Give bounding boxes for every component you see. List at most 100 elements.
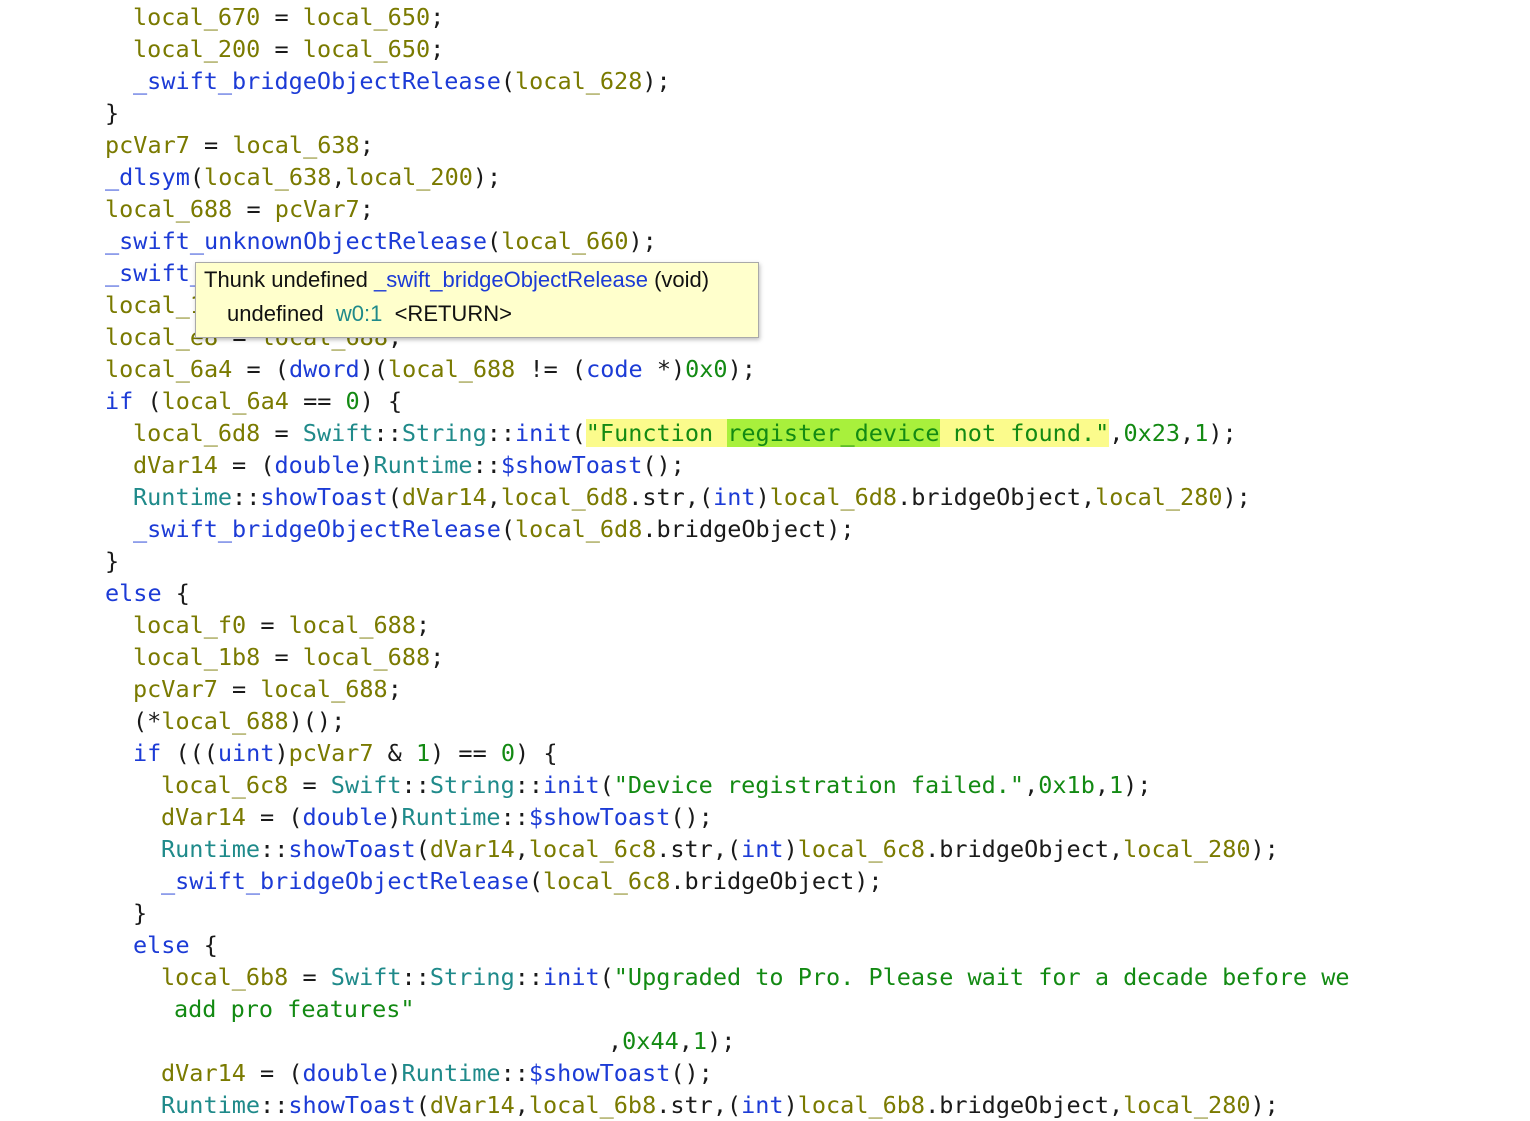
code-token[interactable]: ; (416, 611, 430, 639)
code-token[interactable]: ) { (360, 387, 402, 415)
code-token[interactable]: local_638 (232, 131, 359, 159)
code-token[interactable]: ( (529, 867, 543, 895)
code-token[interactable]: local_1 (105, 291, 204, 319)
code-line[interactable]: else { (133, 929, 218, 961)
code-token[interactable]: :: (260, 835, 288, 863)
code-token[interactable]: :: (487, 419, 515, 447)
code-line[interactable]: pcVar7 = local_688; (133, 673, 402, 705)
code-token[interactable]: ( (416, 1091, 430, 1119)
code-token[interactable]: String (402, 419, 487, 447)
code-token[interactable]: dVar14 (430, 835, 515, 863)
code-token[interactable]: 0 (501, 739, 515, 767)
code-token[interactable]: local_628 (515, 67, 642, 95)
code-token[interactable]: ); (1123, 771, 1151, 799)
code-token[interactable]: ( (572, 419, 586, 447)
code-line[interactable]: (*local_688)(); (133, 705, 345, 737)
code-token[interactable]: , (487, 483, 501, 511)
code-token[interactable]: Swift (331, 771, 402, 799)
code-token[interactable]: ); (473, 163, 501, 191)
code-token[interactable]: local_6a4 (162, 387, 289, 415)
code-token[interactable]: .bridgeObject, (925, 835, 1123, 863)
code-line[interactable]: local_6b8 = Swift::String::init("Upgrade… (161, 961, 1350, 993)
code-line[interactable]: local_1b8 = local_688; (133, 641, 444, 673)
code-token[interactable]: local_f0 (133, 611, 246, 639)
code-token[interactable]: = (260, 643, 302, 671)
code-token[interactable]: local_650 (303, 3, 430, 31)
code-token[interactable]: $showToast (501, 451, 642, 479)
code-token[interactable]: pcVar7 (133, 675, 218, 703)
code-token[interactable]: _swift_unknownObjectRelease (105, 227, 487, 255)
code-token[interactable]: ); (629, 227, 657, 255)
code-token[interactable]: :: (515, 963, 543, 991)
code-token[interactable]: ); (1251, 1091, 1279, 1119)
code-token[interactable]: Swift (303, 419, 374, 447)
code-line[interactable]: local_6a4 = (dword)(local_688 != (code *… (105, 353, 756, 385)
code-line[interactable]: _swift_bridgeObjectRelease(local_6c8.bri… (161, 865, 883, 897)
code-token[interactable]: local_280 (1095, 483, 1222, 511)
code-token[interactable]: & (374, 739, 416, 767)
code-token[interactable]: ; (430, 3, 444, 31)
code-token[interactable]: = (190, 131, 232, 159)
code-token[interactable]: ) (784, 835, 798, 863)
code-token[interactable]: _swift_bridgeObjectRelease (161, 867, 529, 895)
code-token[interactable]: ) { (515, 739, 557, 767)
code-token[interactable]: int (741, 835, 783, 863)
code-token[interactable]: = (260, 3, 302, 31)
code-token[interactable]: uint (218, 739, 275, 767)
code-token[interactable]: String (430, 963, 515, 991)
code-token[interactable]: == (289, 387, 346, 415)
code-token[interactable]: )( (360, 355, 388, 383)
code-token[interactable]: 0x0 (685, 355, 727, 383)
code-line[interactable]: if (((uint)pcVar7 & 1) == 0) { (133, 737, 558, 769)
code-token[interactable]: , (1024, 771, 1038, 799)
code-token[interactable]: local_200 (346, 163, 473, 191)
code-token[interactable]: _dlsym (105, 163, 190, 191)
code-token[interactable]: local_660 (501, 227, 628, 255)
code-token[interactable]: local_688 (388, 355, 515, 383)
code-token[interactable]: :: (473, 451, 501, 479)
code-token[interactable]: .str,( (656, 835, 741, 863)
code-token[interactable]: = (218, 675, 260, 703)
code-line[interactable]: local_f0 = local_688; (133, 609, 430, 641)
code-line[interactable]: } (105, 545, 119, 577)
code-token[interactable]: = (232, 195, 274, 223)
code-token[interactable]: :: (515, 771, 543, 799)
code-line[interactable]: _swift_ (105, 257, 204, 289)
code-line[interactable]: _swift_bridgeObjectRelease(local_628); (133, 65, 671, 97)
code-token[interactable]: local_670 (133, 3, 260, 31)
code-line[interactable]: } (105, 97, 119, 129)
code-token[interactable]: :: (260, 1091, 288, 1119)
code-token[interactable]: init (543, 963, 600, 991)
code-token[interactable]: ; (430, 643, 444, 671)
code-token[interactable]: ( (600, 963, 614, 991)
code-line[interactable]: dVar14 = (double)Runtime::$showToast(); (133, 449, 685, 481)
code-token[interactable]: else (105, 579, 162, 607)
code-token[interactable]: ; (360, 195, 374, 223)
code-token[interactable]: != ( (515, 355, 586, 383)
code-token[interactable]: dVar14 (430, 1091, 515, 1119)
code-token[interactable]: , (1095, 771, 1109, 799)
code-token[interactable]: (); (642, 451, 684, 479)
code-token[interactable]: local_6b8 (161, 963, 288, 991)
code-token[interactable]: local_280 (1123, 1091, 1250, 1119)
code-token[interactable]: ); (1208, 419, 1236, 447)
code-token[interactable]: (* (133, 707, 161, 735)
code-token[interactable]: = ( (246, 803, 302, 831)
code-token[interactable]: local_6c8 (161, 771, 288, 799)
code-line[interactable]: if (local_6a4 == 0) { (105, 385, 402, 417)
code-token[interactable]: ) (387, 1059, 401, 1087)
code-token[interactable]: add pro features" (174, 995, 415, 1023)
code-token[interactable]: = (288, 963, 330, 991)
code-token[interactable]: :: (402, 963, 430, 991)
code-token[interactable]: dVar14 (133, 451, 218, 479)
code-token[interactable]: , (679, 1027, 693, 1055)
code-token[interactable]: , (1109, 419, 1123, 447)
code-token[interactable]: dVar14 (402, 483, 487, 511)
code-token[interactable]: 0x23 (1123, 419, 1180, 447)
code-token[interactable]: local_1b8 (133, 643, 260, 671)
code-token[interactable]: { (190, 931, 218, 959)
code-token[interactable]: local_6d8 (515, 515, 642, 543)
code-token[interactable]: .str,( (656, 1091, 741, 1119)
code-token[interactable]: else (133, 931, 190, 959)
code-token[interactable]: ); (728, 355, 756, 383)
